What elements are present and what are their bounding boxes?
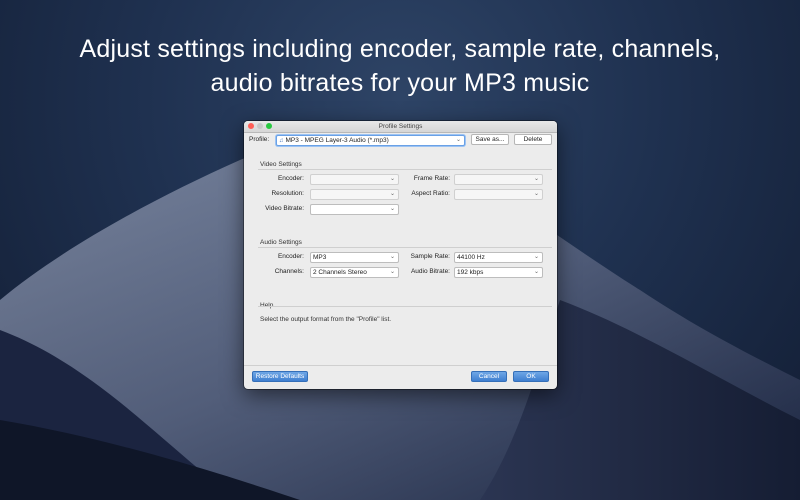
chevron-down-icon: ⌄ (533, 254, 539, 260)
audio-bitrate-select[interactable]: 192 kbps ⌄ (454, 267, 543, 278)
aspect-ratio-label: Aspect Ratio: (411, 190, 450, 197)
video-encoder-label: Encoder: (277, 175, 304, 182)
frame-rate-select[interactable]: ⌄ (454, 174, 543, 185)
sample-rate-label: Sample Rate: (410, 253, 450, 260)
resolution-select[interactable]: ⌄ (310, 189, 399, 200)
frame-rate-label: Frame Rate: (413, 175, 450, 182)
headline-line-2: audio bitrates for your MP3 music (210, 69, 590, 97)
cancel-button[interactable]: Cancel (471, 371, 507, 382)
chevron-down-icon: ⌄ (455, 137, 461, 143)
audio-encoder-select[interactable]: MP3 ⌄ (310, 252, 399, 263)
audio-encoder-value: MP3 (313, 254, 327, 261)
help-text: Select the output format from the "Profi… (260, 316, 392, 323)
chevron-down-icon: ⌄ (389, 176, 395, 182)
resolution-label: Resolution: (271, 190, 304, 197)
footer-divider (244, 365, 557, 366)
close-button[interactable] (248, 123, 254, 129)
profile-select[interactable]: ♫ MP3 - MPEG Layer-3 Audio (*.mp3) ⌄ (276, 135, 465, 146)
audio-settings-title: Audio Settings (260, 239, 302, 246)
chevron-down-icon: ⌄ (389, 269, 395, 275)
window-titlebar[interactable]: Profile Settings (244, 121, 557, 133)
sample-rate-select[interactable]: 44100 Hz ⌄ (454, 252, 543, 263)
music-file-icon: ♫ (279, 138, 284, 144)
sample-rate-value: 44100 Hz (457, 254, 485, 261)
video-bitrate-select[interactable]: ⌄ (310, 204, 399, 215)
chevron-down-icon: ⌄ (533, 269, 539, 275)
help-divider (258, 306, 552, 307)
profile-value: MP3 - MPEG Layer-3 Audio (*.mp3) (285, 137, 389, 144)
profile-settings-window: Profile Settings Profile: ♫ MP3 - MPEG La… (244, 121, 557, 389)
headline: Adjust settings including encoder, sampl… (0, 32, 800, 100)
delete-button[interactable]: Delete (514, 134, 552, 145)
chevron-down-icon: ⌄ (533, 191, 539, 197)
video-encoder-select[interactable]: ⌄ (310, 174, 399, 185)
video-bitrate-label: Video Bitrate: (265, 205, 304, 212)
chevron-down-icon: ⌄ (389, 191, 395, 197)
audio-bitrate-value: 192 kbps (457, 269, 484, 276)
window-title: Profile Settings (378, 123, 423, 130)
aspect-ratio-select[interactable]: ⌄ (454, 189, 543, 200)
chevron-down-icon: ⌄ (389, 254, 395, 260)
audio-bitrate-label: Audio Bitrate: (410, 268, 450, 275)
chevron-down-icon: ⌄ (533, 176, 539, 182)
restore-defaults-button[interactable]: Restore Defaults (252, 371, 308, 382)
window-controls (248, 123, 272, 129)
video-settings-divider (258, 169, 552, 170)
profile-label: Profile: (249, 136, 270, 143)
audio-settings-divider (258, 247, 552, 248)
ok-button[interactable]: OK (513, 371, 549, 382)
channels-value: 2 Channels Stereo (313, 269, 367, 276)
channels-label: Channels: (274, 268, 304, 275)
save-as-button[interactable]: Save as... (471, 134, 509, 145)
minimize-button[interactable] (257, 123, 263, 129)
audio-encoder-label: Encoder: (277, 253, 304, 260)
channels-select[interactable]: 2 Channels Stereo ⌄ (310, 267, 399, 278)
chevron-down-icon: ⌄ (389, 206, 395, 212)
video-settings-title: Video Settings (260, 161, 302, 168)
headline-line-1: Adjust settings including encoder, sampl… (79, 35, 721, 63)
zoom-button[interactable] (266, 123, 272, 129)
